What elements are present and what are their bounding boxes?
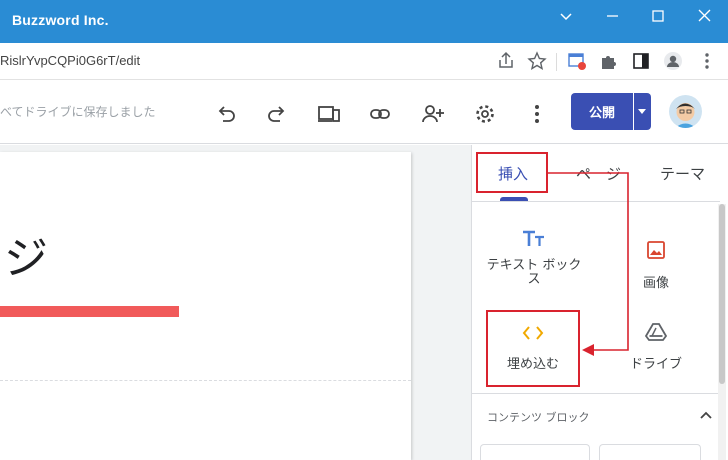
text-box-icon[interactable] bbox=[522, 229, 546, 253]
minimize-icon[interactable] bbox=[597, 5, 627, 27]
content-block-tile[interactable] bbox=[480, 444, 590, 460]
extension-badge-icon[interactable] bbox=[567, 51, 587, 71]
image-icon[interactable] bbox=[646, 240, 666, 264]
section-divider bbox=[472, 393, 718, 394]
more-vert-icon[interactable] bbox=[526, 103, 548, 125]
undo-icon[interactable] bbox=[215, 103, 237, 125]
drive-icon[interactable] bbox=[644, 322, 668, 346]
address-divider bbox=[556, 53, 557, 71]
window-title: Buzzword Inc. bbox=[12, 12, 109, 28]
chevron-up-icon[interactable] bbox=[699, 407, 713, 421]
url-text[interactable]: RislrYvpCQPi0G6rT/edit bbox=[0, 53, 140, 68]
save-status-text: べてドライブに保存しました bbox=[0, 105, 156, 119]
avatar[interactable] bbox=[669, 95, 702, 128]
title-accent-bar bbox=[0, 306, 179, 317]
highlight-embed-item bbox=[486, 310, 580, 387]
tab-pages[interactable]: ペ ジ bbox=[576, 163, 621, 184]
insert-item-image[interactable]: 画像 bbox=[636, 272, 676, 291]
tab-themes[interactable]: テーマ bbox=[660, 163, 705, 184]
content-block-tile[interactable] bbox=[599, 444, 701, 460]
maximize-icon[interactable] bbox=[643, 5, 673, 27]
content-blocks-heading[interactable]: コンテンツ ブロック bbox=[487, 409, 590, 425]
scrollbar-thumb[interactable] bbox=[719, 204, 725, 384]
link-icon[interactable] bbox=[369, 103, 391, 125]
settings-icon[interactable] bbox=[474, 103, 496, 125]
profile-icon[interactable] bbox=[663, 51, 683, 71]
close-icon[interactable] bbox=[689, 5, 719, 27]
page-title[interactable]: ジ bbox=[4, 222, 48, 286]
more-vert-icon[interactable] bbox=[697, 51, 717, 71]
publish-button[interactable]: 公開 bbox=[571, 93, 633, 130]
chevron-down-icon[interactable] bbox=[552, 5, 582, 27]
tab-divider bbox=[472, 201, 720, 202]
highlight-insert-tab bbox=[476, 152, 548, 193]
insert-item-textbox[interactable]: テキスト ボックス bbox=[481, 259, 587, 287]
share-person-icon[interactable] bbox=[421, 103, 444, 125]
side-panel-icon[interactable] bbox=[631, 51, 651, 71]
puzzle-icon[interactable] bbox=[599, 51, 619, 71]
preview-devices-icon[interactable] bbox=[317, 103, 340, 125]
publish-options-button[interactable] bbox=[634, 93, 651, 130]
section-divider bbox=[0, 380, 411, 381]
share-icon[interactable] bbox=[496, 51, 516, 71]
insert-item-drive[interactable]: ドライブ bbox=[624, 353, 688, 372]
star-icon[interactable] bbox=[527, 51, 547, 71]
redo-icon[interactable] bbox=[266, 103, 288, 125]
